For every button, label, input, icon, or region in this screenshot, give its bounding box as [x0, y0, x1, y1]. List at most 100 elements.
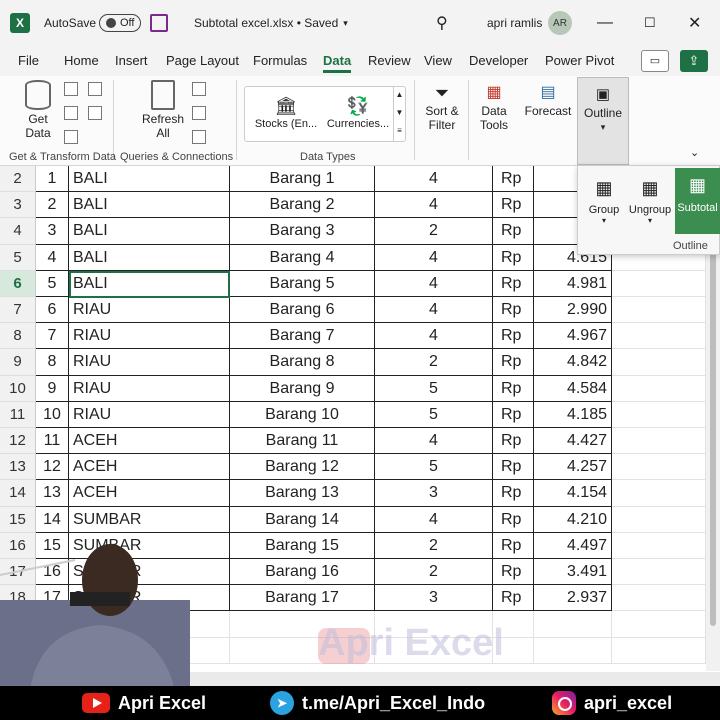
- cell-item[interactable]: Barang 17: [230, 585, 375, 612]
- share-button[interactable]: ⇪: [680, 50, 708, 72]
- cell-price[interactable]: 2.990: [534, 297, 612, 324]
- cell-item[interactable]: Barang 12: [230, 454, 375, 481]
- file-name[interactable]: Subtotal excel.xlsx • Saved ▾: [194, 0, 348, 46]
- cell-item[interactable]: Barang 16: [230, 559, 375, 586]
- stocks-button[interactable]: 🏛 Stocks (En...: [251, 95, 321, 131]
- from-text-icon[interactable]: [64, 82, 78, 96]
- cell-qty[interactable]: 2: [375, 559, 493, 586]
- tab-home[interactable]: Home: [64, 46, 99, 76]
- cell-cur[interactable]: Rp: [493, 428, 534, 455]
- cell-item[interactable]: Barang 6: [230, 297, 375, 324]
- tab-developer[interactable]: Developer: [469, 46, 528, 76]
- cell-qty[interactable]: 2: [375, 532, 493, 559]
- cell-cur[interactable]: Rp: [493, 480, 534, 507]
- data-tools-button[interactable]: ▦ Data Tools: [472, 82, 516, 132]
- empty-cell[interactable]: [612, 559, 706, 586]
- cell-price[interactable]: 4.497: [534, 532, 612, 559]
- empty-cell[interactable]: [534, 611, 612, 638]
- empty-cell[interactable]: [612, 349, 706, 376]
- properties-icon[interactable]: [192, 106, 206, 120]
- cell-prov[interactable]: ACEH: [69, 480, 230, 507]
- group-button[interactable]: ▦ Group ▾: [580, 172, 628, 225]
- cell-qty[interactable]: 4: [375, 166, 493, 193]
- cell-prov[interactable]: BALI: [69, 166, 230, 193]
- cell-price[interactable]: 4.981: [534, 270, 612, 297]
- empty-cell[interactable]: [612, 270, 706, 297]
- cell-cur[interactable]: Rp: [493, 401, 534, 428]
- cell-qty[interactable]: 5: [375, 375, 493, 402]
- empty-cell[interactable]: [612, 506, 706, 533]
- empty-cell[interactable]: [612, 480, 706, 507]
- cell-qty[interactable]: 4: [375, 192, 493, 219]
- cell-no[interactable]: 13: [36, 480, 69, 507]
- user-name[interactable]: apri ramlis: [487, 0, 542, 46]
- row-header[interactable]: 3: [0, 192, 36, 219]
- cell-prov[interactable]: RIAU: [69, 323, 230, 350]
- row-header[interactable]: 2: [0, 166, 36, 193]
- cell-price[interactable]: 4.427: [534, 428, 612, 455]
- cell-qty[interactable]: 2: [375, 218, 493, 245]
- cell-item[interactable]: Barang 8: [230, 349, 375, 376]
- cell-qty[interactable]: 3: [375, 480, 493, 507]
- cell-item[interactable]: Barang 13: [230, 480, 375, 507]
- cell-no[interactable]: 14: [36, 506, 69, 533]
- avatar[interactable]: AR: [548, 11, 572, 35]
- cell-cur[interactable]: Rp: [493, 192, 534, 219]
- cell-prov[interactable]: BALI: [69, 244, 230, 271]
- empty-cell[interactable]: [612, 585, 706, 612]
- cell-cur[interactable]: Rp: [493, 454, 534, 481]
- recent-sources-icon[interactable]: [88, 82, 102, 96]
- cell-item[interactable]: Barang 3: [230, 218, 375, 245]
- cell-price[interactable]: 4.584: [534, 375, 612, 402]
- queries-icon[interactable]: [192, 82, 206, 96]
- cell-prov[interactable]: BALI: [69, 218, 230, 245]
- cell-price[interactable]: 4.842: [534, 349, 612, 376]
- forecast-button[interactable]: ▤ Forecast: [522, 82, 574, 118]
- cell-qty[interactable]: 2: [375, 349, 493, 376]
- cell-no[interactable]: 6: [36, 297, 69, 324]
- cell-prov[interactable]: RIAU: [69, 349, 230, 376]
- comments-button[interactable]: ▭: [641, 50, 669, 72]
- search-icon[interactable]: ⚲: [436, 0, 448, 46]
- cell-price[interactable]: 4.967: [534, 323, 612, 350]
- cell-price[interactable]: 4.185: [534, 401, 612, 428]
- subtotal-button[interactable]: ▦ Subtotal: [675, 168, 720, 234]
- empty-cell[interactable]: [612, 454, 706, 481]
- gallery-scroll[interactable]: ▲ ▼ ≡: [393, 86, 405, 142]
- cell-cur[interactable]: Rp: [493, 323, 534, 350]
- cell-item[interactable]: Barang 1: [230, 166, 375, 193]
- cell-no[interactable]: 8: [36, 349, 69, 376]
- row-header[interactable]: 11: [0, 401, 36, 428]
- cell-cur[interactable]: Rp: [493, 585, 534, 612]
- row-header[interactable]: 9: [0, 349, 36, 376]
- outline-button[interactable]: ▣ Outline ▾: [577, 77, 629, 165]
- cell-no[interactable]: 2: [36, 192, 69, 219]
- cell-qty[interactable]: 4: [375, 428, 493, 455]
- data-types-gallery[interactable]: 🏛 Stocks (En... 💱 Currencies...: [244, 86, 406, 142]
- cell-no[interactable]: 7: [36, 323, 69, 350]
- cell-cur[interactable]: Rp: [493, 244, 534, 271]
- empty-cell[interactable]: [612, 637, 706, 664]
- cell-cur[interactable]: Rp: [493, 506, 534, 533]
- cell-item[interactable]: Barang 15: [230, 532, 375, 559]
- save-icon[interactable]: [150, 14, 168, 32]
- row-header[interactable]: 5: [0, 244, 36, 271]
- cell-cur[interactable]: Rp: [493, 270, 534, 297]
- row-header[interactable]: 13: [0, 454, 36, 481]
- cell-item[interactable]: Barang 14: [230, 506, 375, 533]
- cell-cur[interactable]: Rp: [493, 559, 534, 586]
- cell-cur[interactable]: Rp: [493, 349, 534, 376]
- cell-item[interactable]: Barang 5: [230, 270, 375, 297]
- existing-connections-icon[interactable]: [88, 106, 102, 120]
- cell-item[interactable]: Barang 2: [230, 192, 375, 219]
- row-header[interactable]: 14: [0, 480, 36, 507]
- cell-item[interactable]: Barang 4: [230, 244, 375, 271]
- cell-qty[interactable]: 4: [375, 244, 493, 271]
- cell-prov[interactable]: BALI: [69, 192, 230, 219]
- tab-data[interactable]: Data: [323, 46, 352, 76]
- close-button[interactable]: ✕: [688, 0, 701, 46]
- cell-no[interactable]: 11: [36, 428, 69, 455]
- row-header[interactable]: 4: [0, 218, 36, 245]
- refresh-all-button[interactable]: Refresh All: [140, 80, 186, 140]
- tab-view[interactable]: View: [424, 46, 452, 76]
